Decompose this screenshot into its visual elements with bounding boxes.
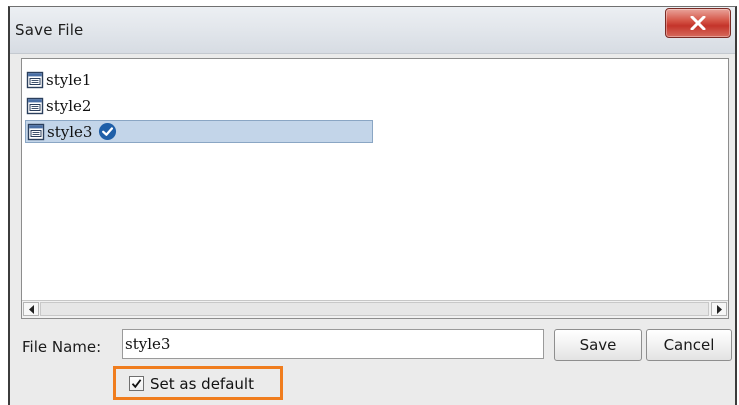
file-name-label: style3 [47,122,93,141]
checkmark-badge-icon [99,122,117,141]
file-list[interactable]: style1 style2 style3 [21,58,729,319]
close-icon [690,16,706,30]
file-name-input[interactable] [122,329,544,359]
set-default-label[interactable]: Set as default [150,375,254,393]
save-file-dialog: Save File style1 style2 style3 File Name… [8,6,737,405]
save-button[interactable]: Save [554,329,642,361]
checkmark-icon [131,379,142,389]
file-item-style1[interactable]: style1 [25,68,91,91]
file-item-style2[interactable]: style2 [25,94,91,117]
file-name-label: style2 [46,96,92,115]
set-default-highlight: Set as default [113,366,283,400]
arrow-right-icon [717,305,722,314]
scroll-left-button[interactable] [23,302,39,316]
scroll-right-button[interactable] [711,302,727,316]
arrow-left-icon [29,305,34,314]
file-name-field-label: File Name: [22,338,102,356]
style-file-icon [26,97,44,114]
style-file-icon [26,71,44,88]
scroll-thumb[interactable] [40,302,709,316]
horizontal-scrollbar[interactable] [22,300,728,318]
file-name-label: style1 [46,70,92,89]
style-file-icon [27,123,45,140]
title-bar[interactable]: Save File [10,7,735,54]
file-item-style3[interactable]: style3 [25,120,373,143]
cancel-button[interactable]: Cancel [646,329,732,361]
set-default-checkbox[interactable] [129,376,144,391]
dialog-title: Save File [15,21,84,39]
close-button[interactable] [665,8,731,38]
